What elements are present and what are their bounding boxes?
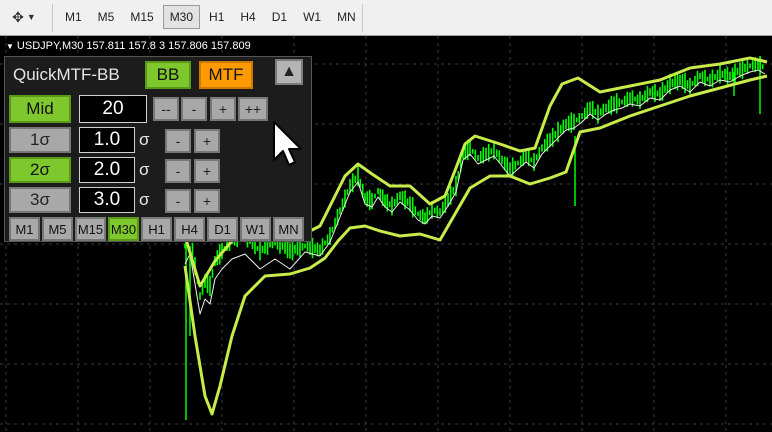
sigma-unit-label: σ (139, 190, 150, 209)
panel-tf-m1[interactable]: M1 (9, 217, 40, 241)
toolbar-tf-w1[interactable]: W1 (296, 5, 328, 29)
bb-button[interactable]: BB (145, 61, 191, 89)
band-3sigma-input[interactable]: 3.0 (79, 187, 135, 213)
panel-tf-m30[interactable]: M30 (108, 217, 139, 241)
toolbar-tf-m15[interactable]: M15 (123, 5, 160, 29)
timeframe-toolbar: ✥ ▼ M1 M5 M15 M30 H1 H4 D1 W1 MN (0, 0, 772, 36)
toolbar-tf-h1[interactable]: H1 (202, 5, 231, 29)
triangle-down-icon: ▼ (6, 41, 14, 51)
band-3sigma-increase-button[interactable]: + (194, 189, 220, 213)
band-2sigma-input[interactable]: 2.0 (79, 157, 135, 183)
toolbar-separator (52, 4, 53, 32)
panel-tf-m15[interactable]: M15 (75, 217, 106, 241)
band-1sigma-decrease-button[interactable]: - (165, 129, 191, 153)
band-1sigma-button[interactable]: 1σ (9, 127, 71, 153)
sigma-unit-label: σ (139, 130, 150, 149)
panel-tf-h4[interactable]: H4 (174, 217, 205, 241)
panel-tf-h1[interactable]: H1 (141, 217, 172, 241)
mid-decrease-button[interactable]: - (181, 97, 207, 121)
band-2sigma-increase-button[interactable]: + (194, 159, 220, 183)
panel-tf-m5[interactable]: M5 (42, 217, 73, 241)
panel-title: QuickMTF-BB (13, 65, 120, 84)
panel-tf-d1[interactable]: D1 (207, 217, 238, 241)
toolbar-tf-mn[interactable]: MN (330, 5, 363, 29)
panel-tf-mn[interactable]: MN (273, 217, 304, 241)
chart-symbol-header: ▼ USDJPY,M30 157.811 157.8 3 157.806 157… (6, 40, 251, 52)
band-2sigma-decrease-button[interactable]: - (165, 159, 191, 183)
mid-increase-fast-button[interactable]: ++ (238, 97, 268, 121)
toolbar-tf-h4[interactable]: H4 (233, 5, 262, 29)
mtf-button[interactable]: MTF (199, 61, 253, 89)
collapse-button[interactable]: ▲ (275, 59, 303, 85)
band-3sigma-button[interactable]: 3σ (9, 187, 71, 213)
chart-symbol: USDJPY,M30 (16, 40, 84, 52)
toolbar-tf-m1[interactable]: M1 (58, 5, 89, 29)
sigma-unit-label: σ (139, 160, 150, 179)
mouse-pointer-icon (273, 121, 302, 166)
quickmtf-bb-panel: QuickMTF-BB BB MTF ▲ Mid 20 -- - + ++ 1σ… (4, 56, 312, 242)
mid-period-input[interactable]: 20 (79, 95, 147, 123)
toolbar-tf-m30[interactable]: M30 (162, 5, 201, 29)
cursor-tool-icon: ✥ (12, 8, 24, 25)
drawing-tool-dropdown[interactable]: ✥ ▼ (4, 5, 44, 29)
band-1sigma-input[interactable]: 1.0 (79, 127, 135, 153)
chevron-down-icon: ▼ (26, 12, 36, 22)
triangle-up-icon: ▲ (281, 63, 297, 80)
band-3sigma-decrease-button[interactable]: - (165, 189, 191, 213)
panel-tf-w1[interactable]: W1 (240, 217, 271, 241)
band-1sigma-increase-button[interactable]: + (194, 129, 220, 153)
chart-prices: 157.811 157.8 3 157.806 157.809 (86, 40, 251, 52)
toolbar-separator (362, 4, 363, 32)
toolbar-tf-m5[interactable]: M5 (91, 5, 122, 29)
band-2sigma-button[interactable]: 2σ (9, 157, 71, 183)
toolbar-tf-d1[interactable]: D1 (265, 5, 294, 29)
mid-increase-button[interactable]: + (210, 97, 236, 121)
mid-button[interactable]: Mid (9, 95, 71, 123)
mid-decrease-fast-button[interactable]: -- (153, 97, 179, 121)
